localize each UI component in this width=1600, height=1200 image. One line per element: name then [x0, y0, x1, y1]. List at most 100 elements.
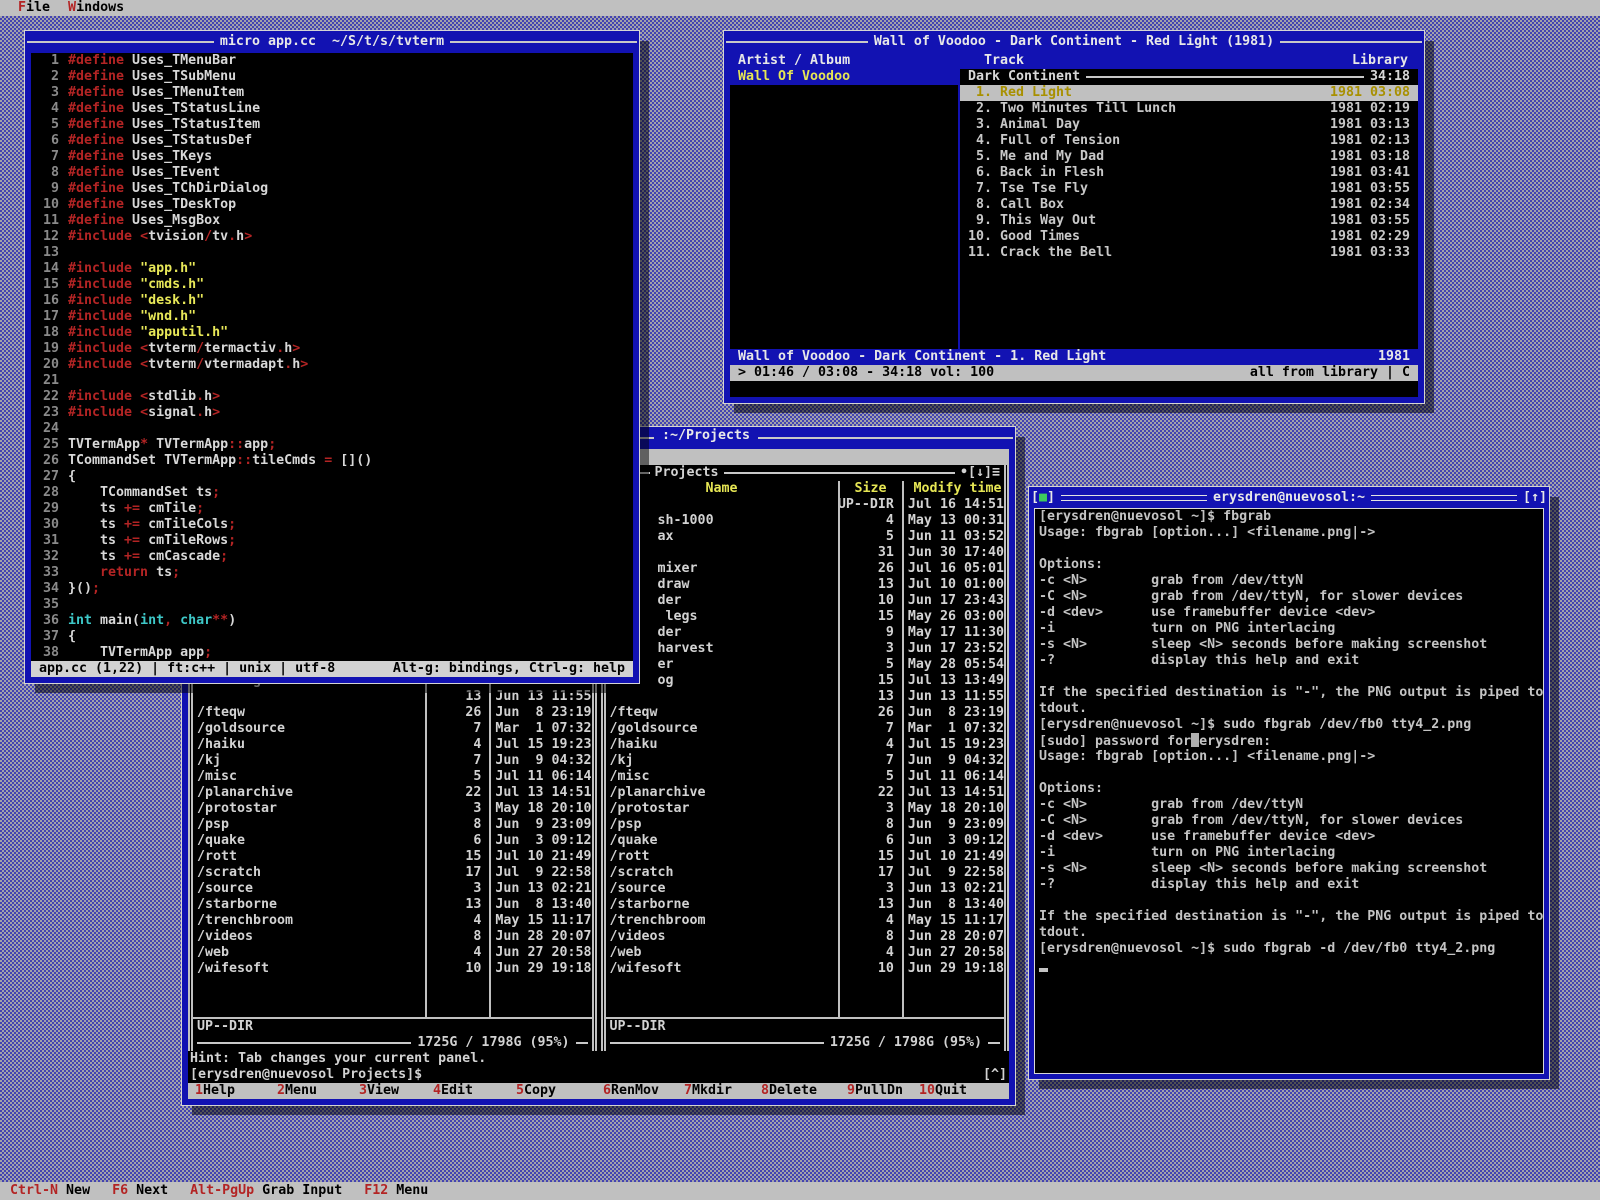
editor-line[interactable]: 31 ts += cmTileRows;: [31, 533, 633, 549]
file-row[interactable]: /psp8Jun 9 23:09: [606, 817, 1005, 833]
file-row[interactable]: /videos8Jun 28 20:07: [606, 929, 1005, 945]
file-row[interactable]: der9May 17 11:30: [606, 625, 1005, 641]
file-row[interactable]: /misc5Jul 11 06:14: [193, 769, 592, 785]
track-row[interactable]: 7. Tse Tse Fly1981 03:55: [960, 181, 1418, 197]
editor-line[interactable]: 28 TCommandSet ts;: [31, 485, 633, 501]
editor-line[interactable]: 13: [31, 245, 633, 261]
editor-line[interactable]: 5#define Uses_TStatusItem: [31, 117, 633, 133]
file-row[interactable]: /videos8Jun 28 20:07: [193, 929, 592, 945]
statusbar-item[interactable]: F6 Next: [112, 1183, 168, 1199]
editor-line[interactable]: 8#define Uses_TEvent: [31, 165, 633, 181]
track-row[interactable]: 5. Me and My Dad1981 03:18: [960, 149, 1418, 165]
file-row[interactable]: /web4Jun 27 20:58: [606, 945, 1005, 961]
file-row[interactable]: /rott15Jul 10 21:49: [193, 849, 592, 865]
file-row[interactable]: er5May 28 05:54: [606, 657, 1005, 673]
file-row[interactable]: /trenchbroom4May 15 11:17: [606, 913, 1005, 929]
file-row[interactable]: 13Jun 13 11:55: [193, 689, 592, 705]
file-row[interactable]: /wifesoft10Jun 29 19:18: [193, 961, 592, 977]
editor-line[interactable]: 10#define Uses_TDeskTop: [31, 197, 633, 213]
file-row[interactable]: /scratch17Jul 9 22:58: [606, 865, 1005, 881]
track-rows[interactable]: 1. Red Light1981 03:08 2. Two Minutes Ti…: [960, 85, 1418, 261]
track-row[interactable]: 2. Two Minutes Till Lunch1981 02:19: [960, 101, 1418, 117]
player-titlebar[interactable]: Wall of Voodoo - Dark Continent - Red Li…: [726, 34, 1422, 50]
file-row[interactable]: /quake6Jun 3 09:12: [606, 833, 1005, 849]
editor-line[interactable]: 30 ts += cmTileCols;: [31, 517, 633, 533]
editor-line[interactable]: 14#include "app.h": [31, 261, 633, 277]
editor-line[interactable]: 32 ts += cmCascade;: [31, 549, 633, 565]
file-row[interactable]: /goldsource7Mar 1 07:32: [606, 721, 1005, 737]
editor-line[interactable]: 16#include "desk.h": [31, 293, 633, 309]
music-player-window[interactable]: Wall of Voodoo - Dark Continent - Red Li…: [724, 31, 1424, 403]
editor-line[interactable]: 20#include <tvterm/vtermadapt.h>: [31, 357, 633, 373]
track-row[interactable]: 8. Call Box1981 02:34: [960, 197, 1418, 213]
file-row[interactable]: UP--DIRJul 16 14:51: [606, 497, 1005, 513]
editor-line[interactable]: 36int main(int, char**): [31, 613, 633, 629]
fnkey-edit[interactable]: 4Edit: [433, 1083, 473, 1099]
fnkey-quit[interactable]: 10Quit: [919, 1083, 967, 1099]
file-row[interactable]: 13Jun 13 11:55: [606, 689, 1005, 705]
statusbar-item[interactable]: Ctrl-N New: [10, 1183, 90, 1199]
editor-line[interactable]: 7#define Uses_TKeys: [31, 149, 633, 165]
close-icon[interactable]: [■]: [1031, 490, 1055, 506]
file-row[interactable]: /planarchive22Jul 13 14:51: [606, 785, 1005, 801]
history-badge[interactable]: [^]: [983, 1067, 1007, 1083]
mtime-column-header[interactable]: Modify time: [904, 481, 1002, 497]
editor-line[interactable]: 37{: [31, 629, 633, 645]
track-list[interactable]: Dark Continent 34:18 1. Red Light1981 03…: [960, 69, 1418, 349]
fnkey-copy[interactable]: 5Copy: [516, 1083, 556, 1099]
file-row[interactable]: sh-10004May 13 00:31: [606, 513, 1005, 529]
editor-line[interactable]: 15#include "cmds.h": [31, 277, 633, 293]
statusbar-item[interactable]: F12 Menu: [364, 1183, 428, 1199]
file-row[interactable]: /protostar3May 18 20:10: [193, 801, 592, 817]
file-row[interactable]: draw13Jul 10 01:00: [606, 577, 1005, 593]
file-row[interactable]: /kj7Jun 9 04:32: [606, 753, 1005, 769]
right-panel-body[interactable]: Name Size Modify time UP--DIRJul 16 14:5…: [606, 481, 1005, 1017]
shell-prompt-row[interactable]: [erysdren@nuevosol Projects]$ [^]: [188, 1067, 1009, 1083]
file-row[interactable]: /source3Jun 13 02:21: [193, 881, 592, 897]
track-row[interactable]: 9. This Way Out1981 03:55: [960, 213, 1418, 229]
editor-line[interactable]: 12#include <tvision/tv.h>: [31, 229, 633, 245]
editor-line[interactable]: 22#include <stdlib.h>: [31, 389, 633, 405]
file-row[interactable]: /haiku4Jul 15 19:23: [193, 737, 592, 753]
editor-window[interactable]: micro app.cc ~/S/t/s/tvterm 1#define Use…: [25, 31, 639, 683]
track-row[interactable]: 11. Crack the Bell1981 03:33: [960, 245, 1418, 261]
track-row[interactable]: 4. Full of Tension1981 02:13: [960, 133, 1418, 149]
file-row[interactable]: /misc5Jul 11 06:14: [606, 769, 1005, 785]
file-row[interactable]: harvest3Jun 17 23:52: [606, 641, 1005, 657]
terminal-window[interactable]: [■] erysdren@nuevosol:~ [↑] [erysdren@nu…: [1029, 487, 1549, 1079]
transport-bar[interactable]: > 01:46 / 03:08 - 34:18 vol: 100 all fro…: [730, 365, 1418, 381]
name-column-header[interactable]: Name: [606, 481, 838, 497]
file-row[interactable]: mixer26Jul 16 05:01: [606, 561, 1005, 577]
file-row[interactable]: /fteqw26Jun 8 23:19: [606, 705, 1005, 721]
terminal-content[interactable]: [erysdren@nuevosol ~]$ fbgrabUsage: fbgr…: [1035, 509, 1543, 1073]
file-row[interactable]: der10Jun 17 23:43: [606, 593, 1005, 609]
editor-line[interactable]: 19#include <tvterm/termactiv.h>: [31, 341, 633, 357]
statusbar-item[interactable]: Alt-PgUp Grab Input: [190, 1183, 342, 1199]
file-row[interactable]: /rott15Jul 10 21:49: [606, 849, 1005, 865]
shell-prompt[interactable]: [erysdren@nuevosol Projects]$: [190, 1067, 422, 1083]
editor-line[interactable]: 1#define Uses_TMenuBar: [31, 53, 633, 69]
file-row[interactable]: /web4Jun 27 20:58: [193, 945, 592, 961]
track-row[interactable]: 10. Good Times1981 02:29: [960, 229, 1418, 245]
album-row[interactable]: Dark Continent 34:18: [960, 69, 1418, 85]
file-row[interactable]: /source3Jun 13 02:21: [606, 881, 1005, 897]
file-row[interactable]: /goldsource7Mar 1 07:32: [193, 721, 592, 737]
editor-line[interactable]: 18#include "apputil.h": [31, 325, 633, 341]
file-row[interactable]: /trenchbroom4May 15 11:17: [193, 913, 592, 929]
file-row[interactable]: /quake6Jun 3 09:12: [193, 833, 592, 849]
file-row[interactable]: /psp8Jun 9 23:09: [193, 817, 592, 833]
editor-line[interactable]: 34}();: [31, 581, 633, 597]
file-row[interactable]: /starborne13Jun 8 13:40: [606, 897, 1005, 913]
editor-line[interactable]: 35: [31, 597, 633, 613]
file-row[interactable]: /kj7Jun 9 04:32: [193, 753, 592, 769]
right-file-rows[interactable]: UP--DIRJul 16 14:51 sh-10004May 13 00:31…: [606, 497, 1005, 977]
fnkey-mkdir[interactable]: 7Mkdir: [684, 1083, 732, 1099]
editor-line[interactable]: 2#define Uses_TSubMenu: [31, 69, 633, 85]
fnkey-pulldn[interactable]: 9PullDn: [847, 1083, 903, 1099]
menu-item-windows[interactable]: Windows: [68, 0, 124, 16]
right-file-panel[interactable]: Projects •[↓]≡ Name Size Modify time UP-…: [601, 465, 1010, 1051]
right-panel-path-row[interactable]: Projects •[↓]≡: [606, 465, 1005, 481]
fnkey-menu[interactable]: 2Menu: [277, 1083, 317, 1099]
file-row[interactable]: /protostar3May 18 20:10: [606, 801, 1005, 817]
menu-item-file[interactable]: File: [18, 0, 50, 16]
